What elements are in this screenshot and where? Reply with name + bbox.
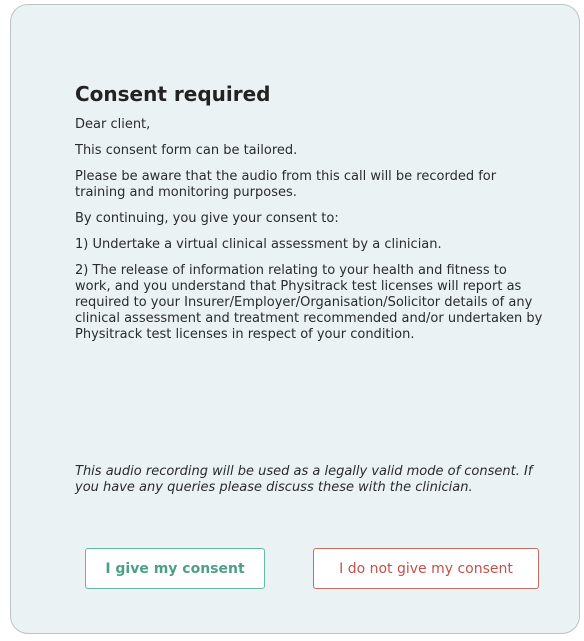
consent-item-2: 2) The release of information relating t…: [75, 263, 543, 342]
consent-intro-text: By continuing, you give your consent to:: [75, 211, 339, 226]
give-consent-button[interactable]: I give my consent: [85, 548, 265, 589]
greeting-text: Dear client,: [75, 117, 151, 132]
recording-notice-text: Please be aware that the audio from this…: [75, 169, 497, 200]
consent-dialog: Consent required Dear client, This conse…: [10, 4, 580, 634]
decline-consent-button[interactable]: I do not give my consent: [313, 548, 539, 589]
consent-dialog-body: Consent required Dear client, This conse…: [75, 81, 545, 353]
legal-note-text: This audio recording will be used as a l…: [75, 464, 533, 495]
dialog-title: Consent required: [75, 82, 271, 106]
consent-item-1: 1) Undertake a virtual clinical assessme…: [75, 237, 442, 252]
tailored-form-text: This consent form can be tailored.: [75, 143, 298, 158]
